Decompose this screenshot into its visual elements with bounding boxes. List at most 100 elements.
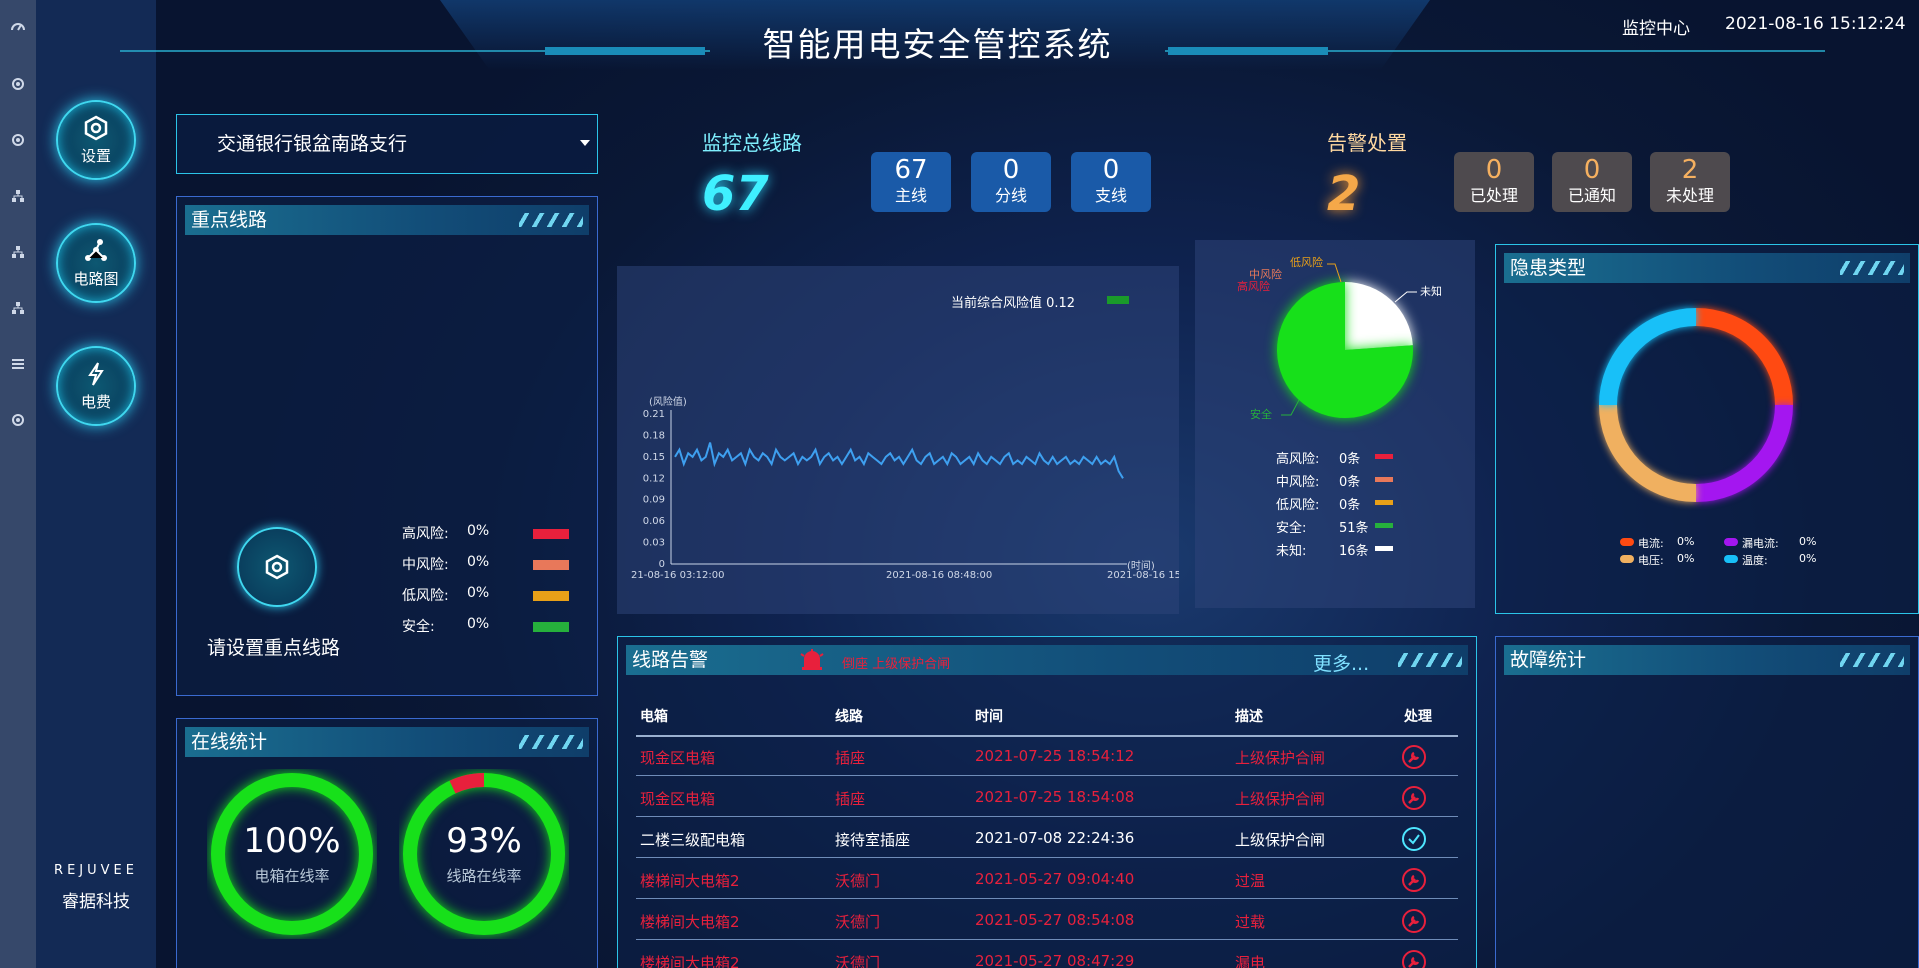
nav-settings-button[interactable]: 设置	[56, 100, 136, 180]
wrench-icon[interactable]	[1402, 950, 1426, 968]
org-tree-icon[interactable]	[10, 244, 26, 260]
circuit-icon	[85, 238, 107, 261]
dashboard-icon[interactable]	[10, 18, 26, 34]
pie-legend-label: 低风险:	[1276, 498, 1320, 513]
kpi-label: 已处理	[1469, 186, 1518, 205]
legend-value: 0%	[467, 616, 490, 632]
legend-swatch	[533, 560, 569, 570]
kpi-notified[interactable]: 0 已通知	[1552, 152, 1632, 212]
brand-logo-en: REJUVEE	[54, 863, 138, 878]
monitor-center-link[interactable]: 监控中心	[1622, 14, 1690, 39]
cell-line: 沃德门	[835, 954, 881, 968]
risk-series-line	[674, 442, 1124, 479]
donut-legend-label: 温度:	[1742, 554, 1768, 567]
settings-icon[interactable]	[10, 132, 26, 148]
cell-desc: 过载	[1235, 913, 1266, 931]
legend-swatch	[533, 529, 569, 539]
cell-box: 现金区电箱	[640, 749, 716, 767]
cell-desc: 漏电	[1235, 954, 1266, 968]
key-lines-settings-button[interactable]	[237, 527, 317, 607]
key-lines-title: 重点线路	[185, 205, 589, 235]
legend-label: 中风险:	[402, 557, 449, 573]
wrench-icon[interactable]	[1402, 909, 1426, 933]
pie-legend-value: 51条	[1339, 521, 1369, 536]
pie-legend-label: 高风险:	[1276, 452, 1320, 467]
pie-legend: 高风险: 0条 中风险: 0条 低风险: 0条 安全: 51条 未知: 16条	[1195, 240, 1475, 608]
alarm-handle-title: 告警处置	[1327, 131, 1407, 155]
alarms-more-link[interactable]: 更多...	[1313, 649, 1369, 676]
kpi-sub-lines[interactable]: 0 支线	[1071, 152, 1151, 212]
branch-select[interactable]: 交通银行银盆南路支行	[176, 114, 598, 174]
hazard-legend: 电流: 0% 漏电流: 0% 电压: 0% 温度: 0%	[1496, 245, 1919, 615]
y-tick-label: 0.15	[643, 452, 665, 463]
pie-legend-value: 16条	[1339, 544, 1369, 559]
kpi-handled[interactable]: 0 已处理	[1454, 152, 1534, 212]
monitor-title: 监控总线路	[702, 131, 802, 155]
cell-desc: 上级保护合闸	[1235, 831, 1326, 849]
kpi-number: 0	[1102, 155, 1120, 185]
kpi-label: 分线	[994, 186, 1027, 205]
list-icon[interactable]	[10, 356, 26, 372]
key-lines-title-text: 重点线路	[191, 209, 268, 231]
donut-legend-swatch	[1620, 538, 1634, 546]
y-tick-label: 0	[659, 559, 665, 570]
wrench-icon[interactable]	[1402, 745, 1426, 769]
kpi-label: 主线	[894, 186, 927, 205]
legend-value: 0%	[467, 585, 490, 601]
fault-title: 故障统计	[1504, 645, 1910, 675]
check-icon[interactable]	[1402, 827, 1426, 851]
y-tick-label: 0.06	[643, 516, 665, 527]
y-tick-label: 0.18	[643, 430, 665, 441]
brand-name: 睿据科技	[62, 892, 130, 912]
cell-box: 楼梯间大电箱2	[640, 954, 740, 968]
donut-legend-swatch	[1620, 555, 1634, 563]
kpi-label: 未处理	[1665, 186, 1714, 205]
cell-line: 沃德门	[835, 872, 881, 890]
header-accent-left	[545, 47, 705, 55]
stripes-decoration	[519, 213, 583, 227]
settings-icon[interactable]	[10, 76, 26, 92]
col-header-line: 线路	[835, 709, 863, 725]
page-title: 智能用电安全管控系统	[762, 25, 1113, 64]
org-tree-icon[interactable]	[10, 188, 26, 204]
row-divider	[636, 939, 1458, 940]
y-tick-label: 0.21	[643, 409, 665, 420]
cell-box: 楼梯间大电箱2	[640, 872, 740, 890]
wrench-icon[interactable]	[1402, 868, 1426, 892]
chevron-down-icon[interactable]	[580, 140, 590, 146]
col-header-desc: 描述	[1235, 709, 1263, 725]
row-divider	[636, 775, 1458, 776]
kpi-number: 2	[1681, 155, 1699, 185]
kpi-main-lines[interactable]: 67 主线	[871, 152, 951, 212]
nav-circuit-button[interactable]: 电路图	[56, 223, 136, 303]
table-header-divider	[636, 735, 1458, 737]
donut-legend-value: 0%	[1677, 535, 1695, 548]
nav-fee-label: 电费	[80, 392, 111, 411]
pie-legend-value: 0条	[1339, 452, 1361, 467]
row-divider	[636, 857, 1458, 858]
settings-icon[interactable]	[10, 412, 26, 428]
legend-label: 高风险:	[402, 526, 449, 542]
key-lines-panel: 重点线路 请设置重点线路 高风险: 0% 中风险: 0% 低风险: 0% 安全:…	[176, 196, 598, 696]
donut-legend-label: 电流:	[1638, 537, 1664, 550]
stripes-decoration	[519, 735, 583, 749]
legend-value: 0%	[467, 523, 490, 539]
line-online-value: 93%	[446, 821, 522, 861]
nav-fee-button[interactable]: 电费	[56, 346, 136, 426]
legend-value: 0%	[467, 554, 490, 570]
kpi-branch-lines[interactable]: 0 分线	[971, 152, 1051, 212]
donut-legend-swatch	[1724, 555, 1738, 563]
fault-title-text: 故障统计	[1510, 649, 1587, 671]
wrench-icon[interactable]	[1402, 786, 1426, 810]
org-tree-icon[interactable]	[10, 300, 26, 316]
monitor-total: 67	[702, 166, 769, 222]
x-tick-label: 21-08-16 03:12:00	[631, 570, 724, 581]
pie-legend-swatch	[1375, 546, 1393, 551]
cell-box: 楼梯间大电箱2	[640, 913, 740, 931]
pie-legend-swatch	[1375, 500, 1393, 505]
kpi-unhandled[interactable]: 2 未处理	[1650, 152, 1730, 212]
hazard-type-panel: 隐患类型 电流: 0% 漏电流: 0% 电压: 0% 温度: 0%	[1495, 244, 1919, 614]
risk-status-pie: 未知 低风险 中风险 高风险 安全 高风险: 0条 中风险: 0条 低风险: 0条 安全: 51条 未知…	[1195, 240, 1475, 608]
donut-legend-label: 电压:	[1638, 554, 1664, 567]
sidebar: 设置 电路图 电费 REJUVEE 睿据科技	[36, 0, 156, 968]
